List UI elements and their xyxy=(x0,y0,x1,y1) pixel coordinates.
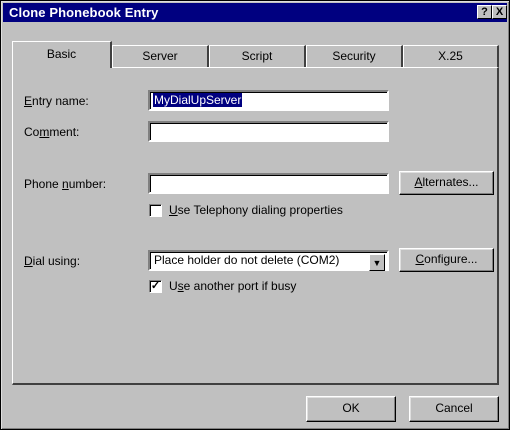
telephony-checkbox[interactable] xyxy=(149,204,162,217)
dial-using-select[interactable]: Place holder do not delete (COM2) ▼ xyxy=(148,250,389,271)
ok-button[interactable]: OK xyxy=(306,396,396,422)
phone-number-label-text: umber: xyxy=(68,177,107,191)
comment-label-text: ment: xyxy=(49,125,80,139)
dial-using-accel: D xyxy=(24,254,33,268)
dial-using-label: Dial using: xyxy=(24,254,80,268)
another-port-checkbox[interactable]: ✓ xyxy=(149,280,162,293)
window-title: Clone Phonebook Entry xyxy=(9,5,159,20)
alternates-button[interactable]: Alternates... xyxy=(399,171,494,195)
telephony-accel: U xyxy=(169,203,178,217)
cancel-button[interactable]: Cancel xyxy=(409,396,499,422)
title-bar[interactable]: Clone Phonebook Entry ? X xyxy=(3,3,507,22)
configure-button[interactable]: Configure... xyxy=(399,248,494,272)
close-button[interactable]: X xyxy=(492,5,507,19)
phone-number-accel: n xyxy=(62,177,69,191)
dial-using-value: Place holder do not delete (COM2) xyxy=(154,253,340,267)
phone-number-label: Phone number: xyxy=(24,177,106,191)
telephony-label-text: se Telephony dialing properties xyxy=(177,203,343,217)
tab-script[interactable]: Script xyxy=(209,45,306,67)
another-port-label-pre: U xyxy=(169,279,178,293)
tab-x25[interactable]: X.25 xyxy=(403,45,499,67)
phone-number-field[interactable] xyxy=(148,173,389,194)
tab-x25-label: X.25 xyxy=(438,49,463,63)
tab-security[interactable]: Security xyxy=(306,45,403,67)
dial-using-label-text: ial using: xyxy=(32,254,81,268)
telephony-label[interactable]: Use Telephony dialing properties xyxy=(169,203,343,217)
tab-server-label: Server xyxy=(142,49,178,63)
tab-script-label: Script xyxy=(241,49,273,63)
tab-basic[interactable]: Basic xyxy=(12,41,112,68)
alternates-label: lternates... xyxy=(422,175,479,189)
checkmark-icon: ✓ xyxy=(150,280,161,292)
entry-name-label-text: ntry name: xyxy=(32,94,89,108)
entry-name-field[interactable]: MyDialUpServer xyxy=(148,90,389,111)
tab-server[interactable]: Server xyxy=(112,45,209,67)
another-port-label[interactable]: Use another port if busy xyxy=(169,279,296,293)
help-button[interactable]: ? xyxy=(477,5,492,19)
dialog-window: Clone Phonebook Entry ? X Basic Server S… xyxy=(0,0,510,430)
entry-name-accel: E xyxy=(24,94,33,108)
comment-field[interactable] xyxy=(148,121,389,142)
tab-basic-label: Basic xyxy=(46,47,77,61)
configure-label: onfigure... xyxy=(424,252,478,266)
comment-label-pre: Co xyxy=(24,125,40,139)
phone-number-label-pre: Phone xyxy=(24,177,63,191)
comment-label: Comment: xyxy=(24,125,79,139)
another-port-label-text: e another port if busy xyxy=(183,279,297,293)
tab-panel-basic xyxy=(12,67,499,385)
entry-name-label: Entry name: xyxy=(24,94,89,108)
entry-name-value: MyDialUpServer xyxy=(153,93,243,107)
configure-accel: C xyxy=(415,252,425,266)
chevron-down-icon[interactable]: ▼ xyxy=(369,254,385,271)
comment-accel: m xyxy=(39,125,50,139)
tab-security-label: Security xyxy=(332,49,376,63)
